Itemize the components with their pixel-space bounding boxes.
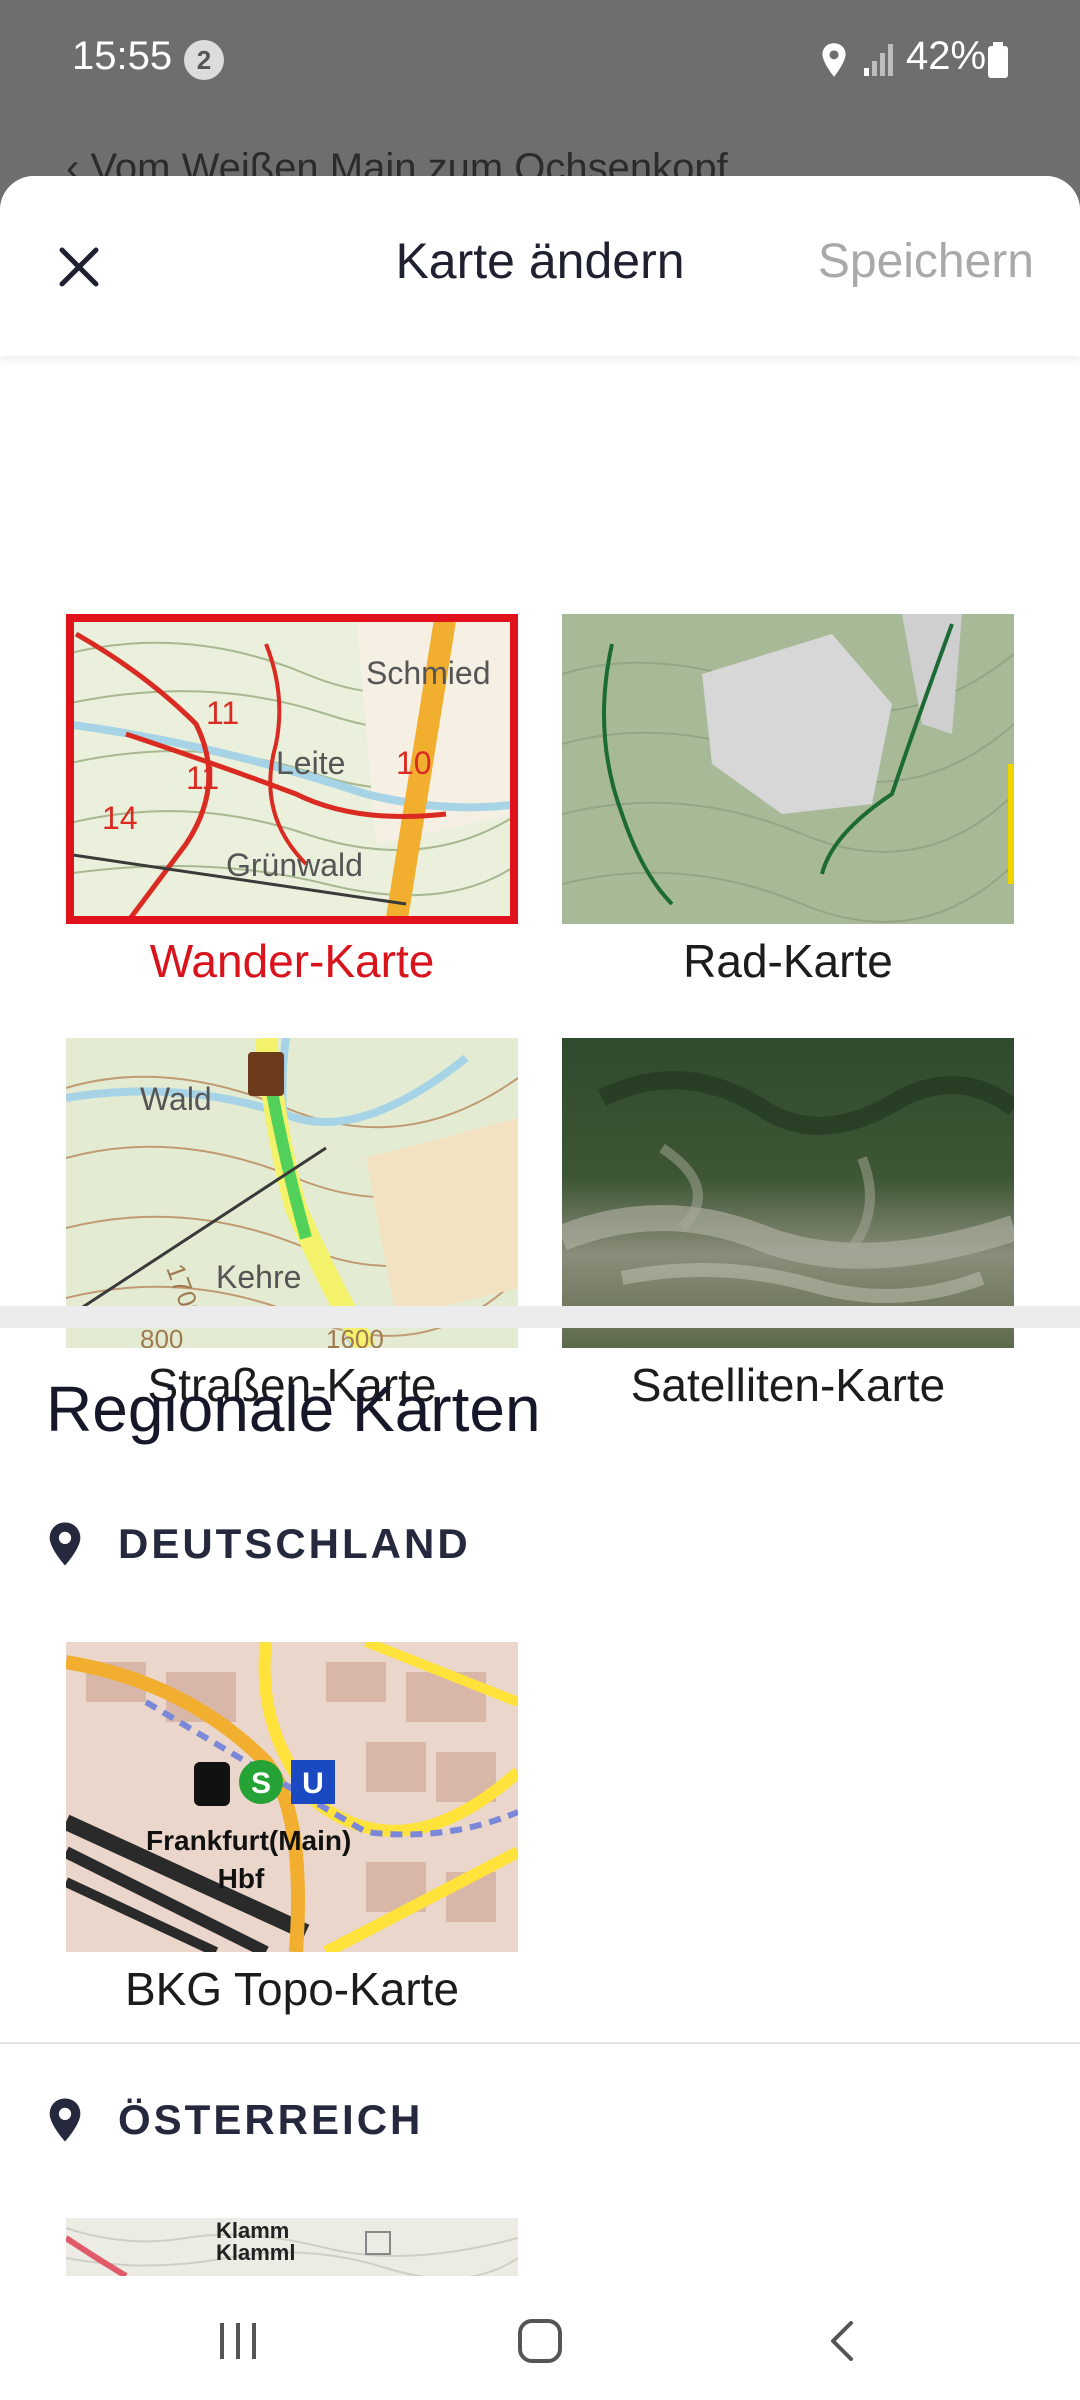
thumb-label-s: S <box>251 1767 271 1800</box>
sheet-header: Karte ändern Speichern <box>0 176 1080 356</box>
map-card-bkg-topo[interactable]: S U Frankfurt(Main) Hbf BKG Topo-Karte <box>66 1642 518 2016</box>
map-label-wander: Wander-Karte <box>149 935 435 987</box>
wander-map-thumbnail: Schmied 11 11 Leite 10 14 Grünwald <box>66 614 518 924</box>
austria-map-thumbnail-partial[interactable]: Klamm Klamml <box>66 2218 518 2276</box>
notification-badge: 2 <box>184 40 224 80</box>
back-icon <box>831 2321 853 2361</box>
save-button[interactable]: Speichern <box>818 234 1034 289</box>
recent-apps-button[interactable] <box>208 2316 268 2366</box>
thumb-label-gruenwald: Grünwald <box>226 847 363 883</box>
strassen-map-thumbnail: Wald Kehre 1700 1600 800 4 <box>66 1038 518 1348</box>
thumb-label-hbf: Hbf <box>218 1863 265 1894</box>
map-card-strassen[interactable]: Wald Kehre 1700 1600 800 4 Straßen-Karte <box>66 1038 518 1412</box>
home-button[interactable] <box>510 2316 570 2366</box>
system-nav-bar <box>0 2276 1080 2400</box>
thumb-label-u: U <box>302 1767 324 1800</box>
rad-map-thumbnail <box>562 614 1014 924</box>
thumb-label-11b: 11 <box>186 760 219 796</box>
map-label-rad: Rad-Karte <box>683 935 893 987</box>
status-time: 15:55 <box>72 34 173 78</box>
location-pin-icon <box>49 2098 81 2142</box>
bkg-map-thumbnail: S U Frankfurt(Main) Hbf <box>66 1642 518 1952</box>
satellite-map-thumbnail <box>562 1038 1014 1348</box>
map-label-satellit: Satelliten-Karte <box>630 1359 946 1411</box>
thumb-label-frankfurt: Frankfurt(Main) <box>146 1825 351 1856</box>
change-map-sheet: Karte ändern Speichern Schmied 11 11 Lei… <box>0 176 1080 2276</box>
signal-icon <box>864 44 893 76</box>
map-card-satellit[interactable]: Satelliten-Karte <box>562 1038 1014 1412</box>
location-pin-icon <box>49 1522 81 1566</box>
region-label-austria: ÖSTERREICH <box>118 2096 424 2143</box>
map-card-rad[interactable]: Rad-Karte <box>562 614 1014 988</box>
map-type-grid: Schmied 11 11 Leite 10 14 Grünwald Wande… <box>0 358 1080 1411</box>
thumb-label-11a: 11 <box>206 695 239 731</box>
back-button[interactable] <box>812 2316 872 2366</box>
home-icon <box>518 2319 562 2363</box>
region-germany: DEUTSCHLAND <box>46 1520 471 1568</box>
map-card-wander[interactable]: Schmied 11 11 Leite 10 14 Grünwald Wande… <box>66 614 518 988</box>
region-label-germany: DEUTSCHLAND <box>118 1520 471 1567</box>
thumb-label-kehre: Kehre <box>216 1259 301 1295</box>
map-label-bkg-topo: BKG Topo-Karte <box>124 1963 460 2015</box>
status-bar: 15:55 2 42% <box>0 0 1080 120</box>
battery-icon <box>988 42 1008 78</box>
region-austria: ÖSTERREICH <box>46 2096 423 2144</box>
recent-apps-icon <box>220 2323 256 2359</box>
thumb-label-14: 14 <box>102 800 138 836</box>
location-icon <box>822 43 846 77</box>
thumb-label-wald: Wald <box>140 1081 212 1117</box>
region-divider <box>0 2042 1080 2044</box>
thumb-label-10: 10 <box>396 745 432 781</box>
section-separator <box>0 1306 1080 1328</box>
thumb-label-leite: Leite <box>276 745 345 781</box>
battery-level: 42% <box>906 34 987 78</box>
thumb-label-klamml: Klamml <box>216 2240 295 2265</box>
regional-maps-title: Regionale Karten <box>46 1373 541 1445</box>
thumb-label-schmied: Schmied <box>366 655 491 691</box>
